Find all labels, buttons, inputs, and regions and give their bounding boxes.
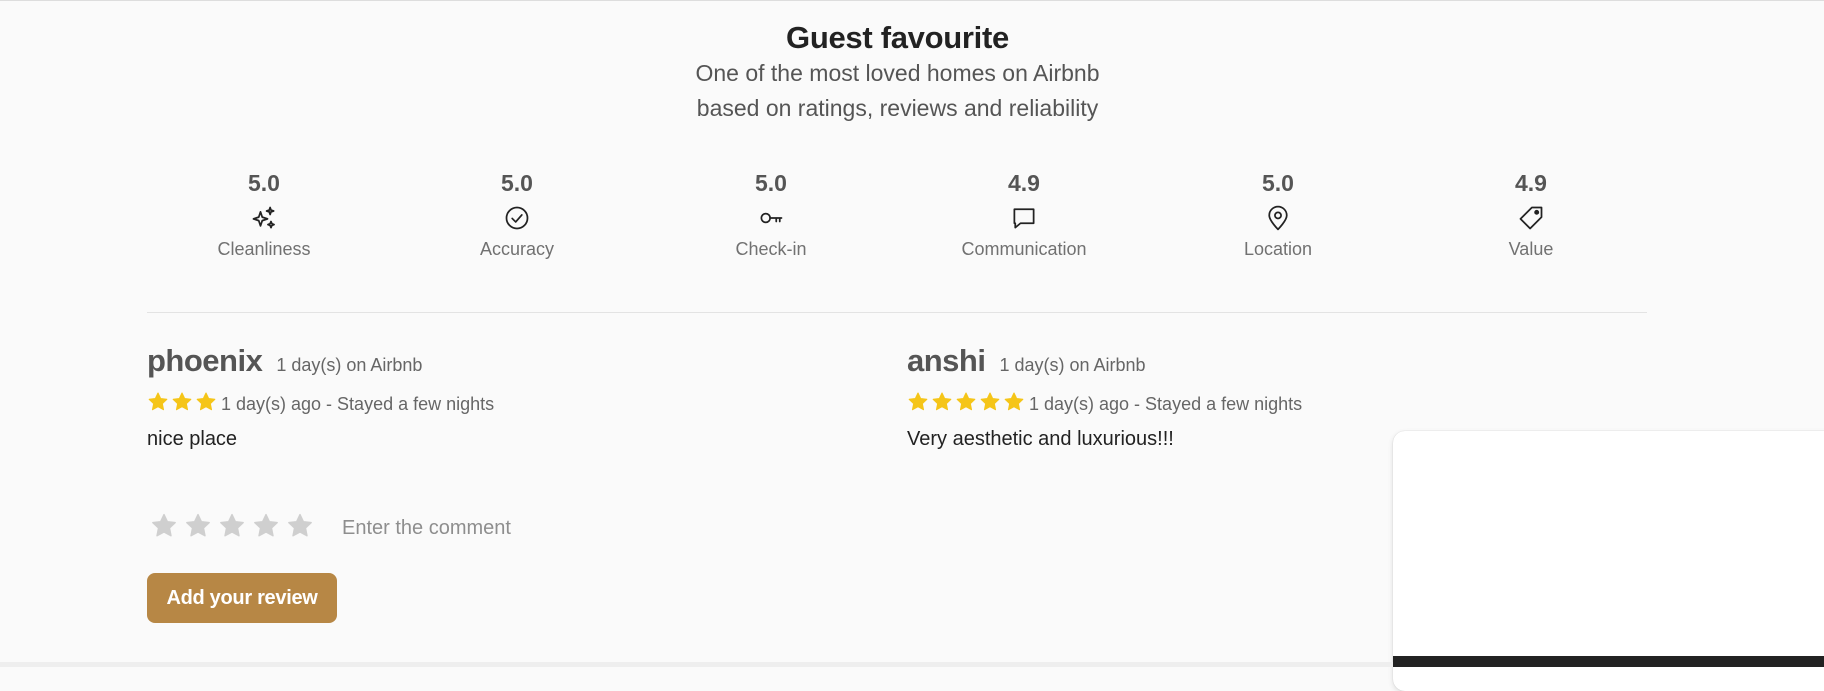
review-comment: nice place bbox=[147, 428, 238, 450]
rating-value: 5.0 bbox=[755, 170, 787, 196]
star-rating-option-icon[interactable] bbox=[286, 512, 314, 540]
guest-favourite-header: Guest favourite One of the most loved ho… bbox=[0, 20, 1795, 126]
review-stars bbox=[147, 391, 219, 418]
bottom-divider bbox=[0, 662, 1393, 667]
popup-panel bbox=[1393, 431, 1824, 691]
add-review-button[interactable]: Add your review bbox=[147, 573, 337, 623]
price-tag-icon bbox=[1431, 202, 1631, 234]
rating-check-in: 5.0 Check-in bbox=[671, 168, 871, 262]
star-filled-icon bbox=[979, 391, 1001, 413]
guest-favourite-title: Guest favourite bbox=[786, 20, 1009, 55]
review-comment: Very aesthetic and luxurious!!! bbox=[907, 428, 1174, 450]
star-filled-icon bbox=[171, 391, 193, 413]
rating-value: 5.0 bbox=[1262, 170, 1294, 196]
check-circle-icon bbox=[417, 202, 617, 234]
star-rating-option-icon[interactable] bbox=[218, 512, 246, 540]
rating-label: Cleanliness bbox=[217, 239, 311, 259]
guest-favourite-subtitle-line2: based on ratings, reviews and reliabilit… bbox=[696, 95, 1099, 121]
reviewer-tenure: 1 day(s) on Airbnb bbox=[999, 355, 1146, 375]
sparkles-icon bbox=[164, 202, 364, 234]
rating-location: 5.0 Location bbox=[1178, 168, 1378, 262]
star-filled-icon bbox=[907, 391, 929, 413]
reviewer-name: anshi bbox=[907, 343, 986, 378]
popup-footer-bar bbox=[1393, 656, 1824, 667]
rating-communication: 4.9 Communication bbox=[924, 168, 1124, 262]
rating-value: 5.0 bbox=[248, 170, 280, 196]
review-card: anshi 1 day(s) on Airbnb 1 day(s) ago - … bbox=[907, 343, 1302, 451]
map-pin-icon bbox=[1178, 202, 1378, 234]
rating-value: 4.9 bbox=[1008, 170, 1040, 196]
rating-value: 4.9 bbox=[1515, 170, 1547, 196]
category-ratings: 5.0 Cleanliness 5.0 Accuracy 5.0 Check-i… bbox=[0, 168, 1824, 278]
star-rating-option-icon[interactable] bbox=[184, 512, 212, 540]
section-divider bbox=[147, 312, 1647, 313]
rating-value: 5.0 bbox=[501, 170, 533, 196]
star-filled-icon bbox=[147, 391, 169, 413]
top-divider bbox=[0, 0, 1824, 1]
star-filled-icon bbox=[1003, 391, 1025, 413]
review-card: phoenix 1 day(s) on Airbnb 1 day(s) ago … bbox=[147, 343, 494, 451]
rating-label: Check-in bbox=[735, 239, 807, 259]
review-date: 1 day(s) ago - Stayed a few nights bbox=[221, 394, 495, 414]
comment-input[interactable] bbox=[340, 516, 744, 541]
rating-label: Value bbox=[1508, 239, 1554, 259]
review-stars bbox=[907, 391, 1027, 418]
guest-favourite-subtitle-line1: One of the most loved homes on Airbnb bbox=[695, 60, 1100, 86]
rating-label: Communication bbox=[961, 239, 1087, 259]
chat-bubble-icon bbox=[924, 202, 1124, 234]
star-rating-option-icon[interactable] bbox=[150, 512, 178, 540]
star-filled-icon bbox=[955, 391, 977, 413]
reviewer-name: phoenix bbox=[147, 343, 263, 378]
review-date: 1 day(s) ago - Stayed a few nights bbox=[1029, 394, 1303, 414]
rating-value: 4.9 Value bbox=[1431, 168, 1631, 262]
star-filled-icon bbox=[931, 391, 953, 413]
rating-label: Location bbox=[1243, 239, 1313, 259]
rating-cleanliness: 5.0 Cleanliness bbox=[164, 168, 364, 262]
rating-label: Accuracy bbox=[479, 239, 555, 259]
review-compose bbox=[150, 512, 744, 545]
star-filled-icon bbox=[195, 391, 217, 413]
reviewer-tenure: 1 day(s) on Airbnb bbox=[276, 355, 423, 375]
star-rating-input bbox=[150, 512, 320, 545]
key-icon bbox=[671, 202, 871, 234]
star-rating-option-icon[interactable] bbox=[252, 512, 280, 540]
rating-accuracy: 5.0 Accuracy bbox=[417, 168, 617, 262]
